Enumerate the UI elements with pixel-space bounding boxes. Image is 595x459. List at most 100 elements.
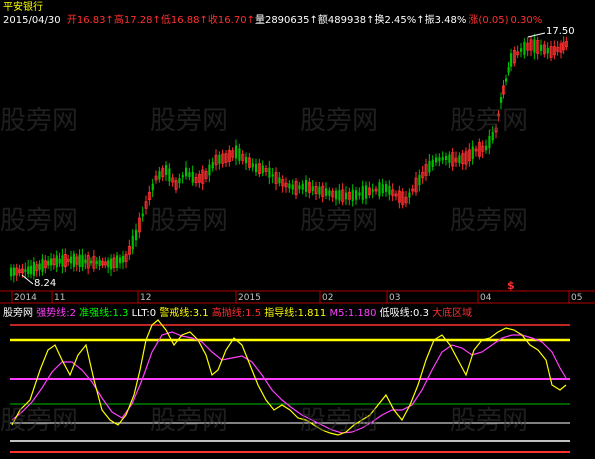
timeline-label: 2015 — [238, 293, 261, 303]
candle-down — [318, 186, 321, 195]
candle-down — [90, 260, 93, 264]
timeline-label: 02 — [322, 293, 334, 303]
change-pct: 0.30% — [510, 15, 543, 26]
candle-down — [438, 157, 441, 162]
volume-value: 2890635 — [264, 15, 310, 26]
watermark: 股旁网 — [0, 206, 79, 236]
low-value: 16.88 — [170, 15, 200, 26]
candle-down — [98, 259, 101, 266]
candle-down — [505, 78, 508, 82]
candle-down — [191, 171, 194, 183]
watermark: 股旁网 — [300, 406, 379, 436]
candle-down — [441, 157, 444, 161]
candle-down — [131, 235, 134, 250]
amount-label: 额 — [317, 15, 328, 26]
candle-down — [12, 267, 16, 276]
high-value: 17.28 — [123, 15, 153, 26]
candle-down — [135, 229, 138, 241]
legend-item: 警戒线:3.1 — [159, 308, 209, 319]
candle-down — [385, 184, 388, 192]
watermark: 股旁网 — [0, 106, 79, 136]
amount-value: 489938 — [327, 15, 367, 26]
candle-down — [107, 260, 110, 268]
candle-down — [298, 185, 301, 190]
candle-down — [119, 257, 122, 264]
candle-down — [47, 260, 50, 266]
candle-down — [58, 258, 61, 264]
candle-down — [116, 255, 119, 268]
candle-down — [235, 145, 238, 159]
candle-down — [371, 189, 374, 192]
candle-down — [305, 180, 308, 192]
candle-down — [418, 174, 421, 186]
candle-down — [458, 155, 461, 164]
candle-down — [188, 172, 191, 178]
timeline-label: 12 — [140, 293, 152, 303]
price-low-label: 8.24 — [34, 278, 57, 289]
candle-down — [151, 183, 154, 191]
candle-down — [61, 255, 64, 267]
candle-down — [10, 267, 13, 277]
candle-down — [311, 186, 314, 192]
candle-down — [84, 259, 87, 264]
legend-item: 强势线:2 — [36, 308, 76, 319]
indicator-name: 股旁网 — [3, 308, 33, 319]
candle-down — [428, 160, 431, 173]
timeline-label: 03 — [389, 293, 401, 303]
candle-down — [361, 186, 364, 200]
candle-down — [335, 190, 338, 200]
quote-date: 2015/04/30 — [3, 15, 61, 26]
amplitude-label: 振 — [424, 15, 435, 26]
candle-down — [520, 48, 523, 52]
legend-item: 指导线:1.811 — [264, 308, 327, 319]
candle-down — [38, 263, 41, 270]
candle-down — [185, 167, 188, 177]
candle-down — [355, 190, 358, 200]
candle-down — [325, 188, 328, 196]
candle-down — [211, 161, 214, 169]
candle-down — [27, 266, 30, 274]
candle-down — [32, 261, 36, 276]
candle-down — [268, 167, 271, 178]
candle-down — [168, 168, 171, 182]
candle-down — [50, 258, 53, 266]
legend-item: M5:1.180 — [329, 308, 377, 319]
volume-label: 量 — [254, 15, 265, 26]
candle-down — [72, 253, 76, 268]
legend-item: 大底区域 — [432, 308, 473, 319]
candle-down — [431, 159, 434, 167]
candle-down — [507, 67, 510, 73]
change-value: (0.05) — [478, 15, 509, 26]
candle-down — [365, 185, 368, 199]
candle-down — [245, 156, 248, 164]
open-label: 开 — [66, 15, 77, 26]
watermark: 股旁网 — [300, 206, 379, 236]
candle-down — [448, 154, 451, 163]
watermark: 股旁网 — [150, 106, 229, 136]
candle-down — [488, 135, 491, 149]
watermark: 股旁网 — [300, 106, 379, 136]
candle-down — [110, 258, 113, 270]
watermark: 股旁网 — [450, 406, 529, 436]
candle-down — [81, 255, 84, 267]
candle-down — [41, 259, 44, 272]
legend-item: 准强线:1.3 — [79, 308, 129, 319]
watermark: 股旁网 — [450, 106, 529, 136]
amplitude-value: 3.48% — [434, 15, 467, 26]
candle-down — [301, 183, 304, 190]
watermark: 股旁网 — [150, 406, 229, 436]
candle-down — [271, 174, 274, 177]
legend-item: 高抛线:1.5 — [211, 308, 262, 319]
signal-marker: $ — [507, 279, 515, 292]
watermark: 股旁网 — [0, 406, 79, 436]
candle-down — [208, 164, 211, 176]
price-high-label: 17.50 — [546, 26, 575, 37]
candle-down — [251, 163, 254, 168]
stock-name: 平安银行 — [3, 2, 43, 13]
candle-down — [485, 145, 488, 151]
legend-item: 低吸线:0.3 — [379, 308, 429, 319]
candle-down — [78, 254, 81, 268]
candle-down — [345, 192, 348, 200]
quote-bar: 2015/04/30 开16.83↑高17.28↑低16.88↑收16.70↑量… — [3, 15, 543, 26]
candle-down — [238, 148, 241, 161]
